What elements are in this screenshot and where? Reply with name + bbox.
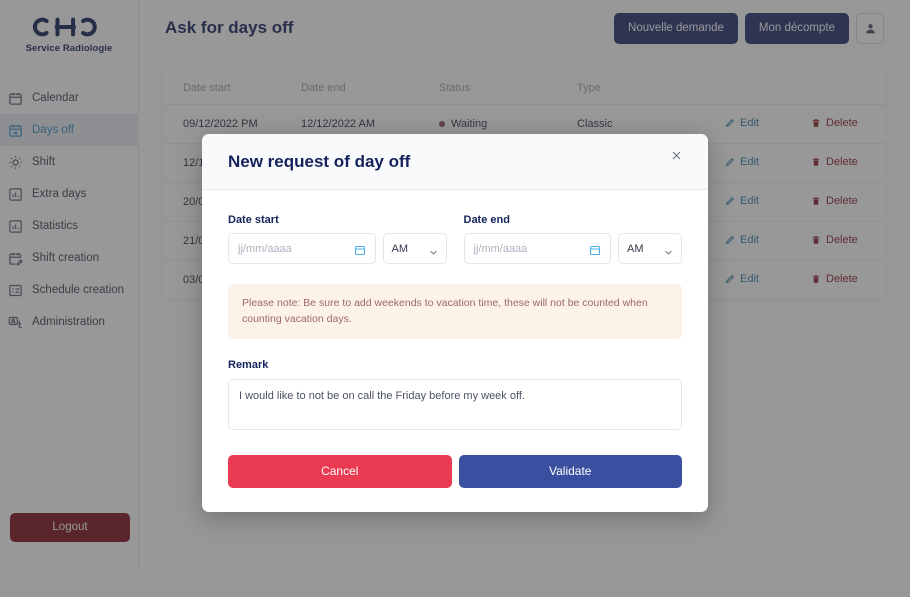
date-start-input[interactable]: jj/mm/aaaa (228, 233, 376, 264)
calendar-icon[interactable] (354, 243, 366, 255)
modal-footer: Cancel Validate (202, 435, 708, 512)
date-end-label: Date end (464, 214, 683, 226)
date-end-group: Date end jj/mm/aaaa AM (464, 214, 683, 264)
date-start-controls: jj/mm/aaaa AM (228, 233, 447, 264)
chevron-down-icon (664, 244, 673, 253)
app-root: Service Radiologie Calendar Days off (0, 0, 910, 597)
date-start-placeholder: jj/mm/aaaa (238, 243, 292, 255)
date-start-group: Date start jj/mm/aaaa AM (228, 214, 447, 264)
date-end-period-select[interactable]: AM (618, 233, 682, 264)
close-icon[interactable] (671, 148, 686, 163)
cancel-button[interactable]: Cancel (228, 455, 452, 488)
date-fields-row: Date start jj/mm/aaaa AM (228, 214, 682, 264)
calendar-icon[interactable] (589, 243, 601, 255)
modal-body: Date start jj/mm/aaaa AM (202, 190, 708, 435)
date-end-controls: jj/mm/aaaa AM (464, 233, 683, 264)
modal-header: New request of day off (202, 134, 708, 190)
modal-title: New request of day off (228, 152, 410, 172)
vacation-notice: Please note: Be sure to add weekends to … (228, 284, 682, 339)
remark-label: Remark (228, 359, 682, 371)
validate-button[interactable]: Validate (459, 455, 683, 488)
date-end-placeholder: jj/mm/aaaa (474, 243, 528, 255)
new-request-modal: New request of day off Date start jj/mm/… (202, 134, 708, 512)
chevron-down-icon (429, 244, 438, 253)
remark-input[interactable] (228, 379, 682, 430)
date-start-period-select[interactable]: AM (383, 233, 447, 264)
date-start-label: Date start (228, 214, 447, 226)
date-end-period-value: AM (627, 243, 644, 255)
date-end-input[interactable]: jj/mm/aaaa (464, 233, 612, 264)
date-start-period-value: AM (392, 243, 409, 255)
